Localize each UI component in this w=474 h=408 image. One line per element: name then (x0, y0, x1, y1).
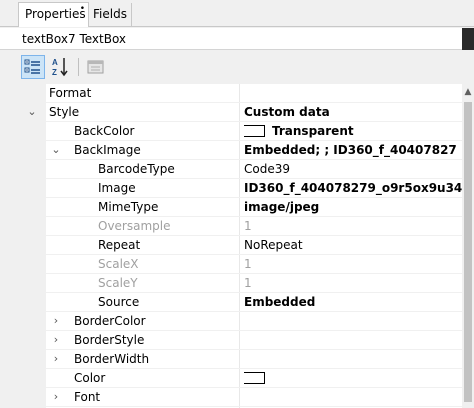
collapse-icon[interactable]: ⌄ (50, 143, 62, 157)
collapse-icon[interactable]: ⌄ (26, 105, 38, 119)
svg-text:A: A (52, 58, 58, 67)
property-row-color[interactable]: Color (0, 369, 462, 388)
property-row-image[interactable]: Image ID360_f_404078279_o9r5ox9u34 (0, 179, 462, 198)
property-name: Image (98, 181, 136, 195)
categorized-icon (24, 59, 40, 74)
property-row-bordercolor[interactable]: › BorderColor (0, 312, 462, 331)
property-name: ScaleX (98, 257, 139, 271)
property-row-backimage[interactable]: ⌄ BackImage Embedded; ; ID360_f_40407827 (0, 141, 462, 160)
tab-fields-label: Fields (93, 7, 127, 21)
tab-fields[interactable]: Fields (88, 3, 132, 27)
property-name: Repeat (98, 238, 141, 252)
property-value-color (244, 370, 462, 387)
property-name: BackColor (74, 124, 135, 138)
svg-text:Z: Z (52, 68, 57, 77)
grid-toolbar: A Z (0, 52, 474, 82)
scroll-thumb[interactable] (464, 102, 472, 402)
tab-modified-dot: • (79, 4, 85, 14)
property-name: Source (98, 295, 140, 309)
property-row-format[interactable]: Format (0, 84, 462, 103)
property-pages-button (84, 55, 108, 79)
scroll-up-icon[interactable]: ▲ (462, 86, 474, 98)
property-row-style[interactable]: ⌄ Style Custom data (0, 103, 462, 122)
property-row-font[interactable]: › Font (0, 388, 462, 407)
vertical-scrollbar[interactable]: ▲ (462, 84, 474, 408)
property-row-borderwidth[interactable]: › BorderWidth (0, 350, 462, 369)
property-value: 1 (244, 257, 252, 271)
dropdown-button[interactable] (462, 28, 474, 50)
expand-icon[interactable]: › (50, 390, 62, 404)
property-row-scalex[interactable]: ScaleX 1 (0, 255, 462, 274)
property-name: Format (49, 86, 92, 100)
property-row-mimetype[interactable]: MimeType image/jpeg (0, 198, 462, 217)
property-value: 1 (244, 276, 252, 290)
property-value-color: Transparent (244, 123, 462, 140)
property-value: Embedded (244, 295, 316, 309)
object-selector[interactable]: textBox7 TextBox (0, 28, 474, 50)
expand-icon[interactable]: › (50, 314, 62, 328)
tab-properties[interactable]: Properties • (18, 2, 89, 27)
property-value: NoRepeat (244, 238, 303, 252)
property-value: Code39 (244, 162, 290, 176)
property-name: Style (49, 105, 80, 119)
property-name: BarcodeType (98, 162, 175, 176)
property-name: ScaleY (98, 276, 138, 290)
property-value: Custom data (244, 105, 330, 119)
property-name: Oversample (98, 219, 171, 233)
property-row-source[interactable]: Source Embedded (0, 293, 462, 312)
sort-alphabetical-icon: A Z (52, 58, 68, 77)
expand-icon[interactable]: › (50, 333, 62, 347)
property-name: BorderColor (74, 314, 146, 328)
property-value: Embedded; ; ID360_f_40407827 (244, 143, 457, 157)
property-row-repeat[interactable]: Repeat NoRepeat (0, 236, 462, 255)
property-value: image/jpeg (244, 200, 320, 214)
property-row-borderstyle[interactable]: › BorderStyle (0, 331, 462, 350)
object-selector-value: textBox7 TextBox (22, 32, 127, 46)
property-row-barcodetype[interactable]: BarcodeType Code39 (0, 160, 462, 179)
property-name: Color (74, 371, 106, 385)
property-name: MimeType (98, 200, 159, 214)
property-name: BorderStyle (74, 333, 145, 347)
property-name: Font (74, 390, 101, 404)
alphabetical-button[interactable]: A Z (49, 55, 73, 79)
property-value: ID360_f_404078279_o9r5ox9u34 (244, 181, 462, 195)
tab-properties-label: Properties (25, 7, 86, 21)
property-row-backcolor[interactable]: BackColor Transparent (0, 122, 462, 141)
tab-strip: Properties • Fields (0, 0, 474, 27)
color-swatch (244, 372, 265, 384)
toolbar-separator (78, 58, 79, 76)
property-value: 1 (244, 219, 252, 233)
property-row-scaley[interactable]: ScaleY 1 (0, 274, 462, 293)
properties-panel: Properties • Fields textBox7 TextBox A Z… (0, 0, 474, 408)
categorized-button[interactable] (21, 55, 45, 79)
property-name: BackImage (74, 143, 141, 157)
property-name: BorderWidth (74, 352, 150, 366)
property-grid: Format ⌄ Style Custom data BackColor Tra… (0, 84, 474, 408)
expand-icon[interactable]: › (50, 352, 62, 366)
property-pages-icon (87, 60, 104, 74)
property-value: Transparent (272, 124, 354, 138)
property-row-oversample[interactable]: Oversample 1 (0, 217, 462, 236)
color-swatch (244, 125, 265, 137)
